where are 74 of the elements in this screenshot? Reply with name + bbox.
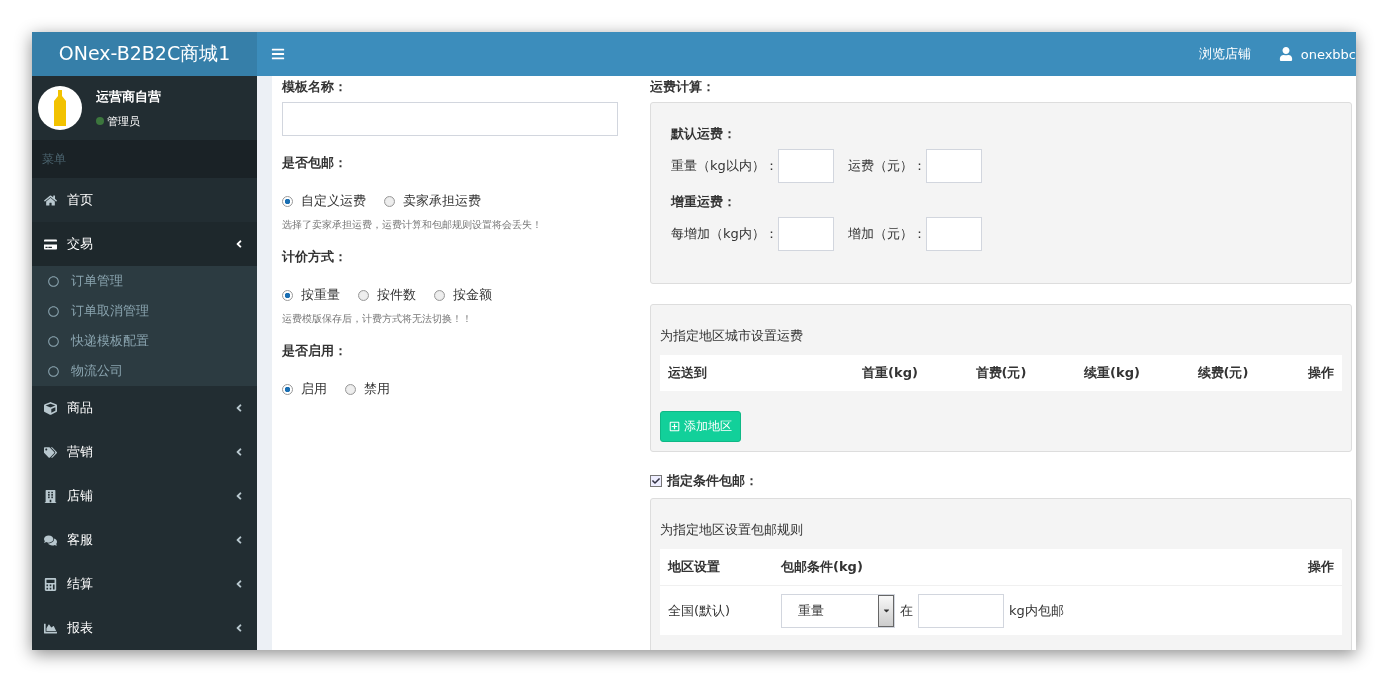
section-subtitle: 增重运费： [671, 193, 737, 211]
column-header: 首重(kg) [861, 364, 919, 382]
column-header: 包邮条件(kg) [781, 558, 864, 576]
column-header: 操作 [1307, 364, 1334, 382]
field-label: 每增加（kg内）： [671, 225, 778, 243]
radio-option[interactable]: 按重量 [282, 286, 340, 304]
sidebar-item[interactable]: 报表 [32, 606, 257, 650]
column-header: 续费(元) [1196, 364, 1250, 382]
radio-option[interactable]: 禁用 [345, 380, 390, 398]
submenu-item[interactable]: 订单管理 [32, 266, 257, 296]
panel-title: 为指定地区设置包邮规则 [660, 521, 804, 539]
number-input[interactable] [925, 149, 982, 183]
menu-icon [271, 47, 285, 61]
calculator-icon [44, 577, 57, 591]
field-label: 是否包邮： [282, 154, 348, 172]
user-icon [1278, 47, 1293, 61]
submenu-item[interactable]: 物流公司 [32, 356, 257, 386]
sidebar-item[interactable]: 交易 [32, 222, 257, 266]
field-label: 是否启用： [282, 342, 348, 360]
submenu-item[interactable]: 订单取消管理 [32, 296, 257, 326]
section-title: 运费计算： [650, 78, 716, 96]
column-header: 运送到 [668, 364, 708, 382]
cube-icon [44, 401, 57, 415]
section-subtitle: 默认运费： [671, 125, 737, 143]
logo-text[interactable]: ONex-B2B2C商城1 [32, 32, 257, 76]
number-input[interactable] [777, 217, 834, 251]
hint-text: 运费模版保存后，计费方式将无法切换！！ [282, 312, 473, 326]
field-label: 运费（元）： [847, 157, 926, 175]
condition-select[interactable]: 重量 [781, 593, 895, 628]
submenu-item[interactable]: 快递模板配置 [32, 326, 257, 356]
number-input[interactable] [925, 217, 982, 251]
panel-title: 为指定地区城市设置运费 [660, 327, 804, 345]
sidebar-item[interactable]: 商品 [32, 386, 257, 430]
user-menu[interactable]: onexbbc [1264, 32, 1356, 76]
field-label: 增加（元）： [847, 225, 926, 243]
plus-icon [669, 421, 680, 432]
table-cell-text: 全国(默认) [668, 601, 732, 620]
sidebar-item[interactable]: 营销 [32, 430, 257, 474]
sidebar-item[interactable]: 客服 [32, 518, 257, 562]
column-header: 续重(kg) [1083, 364, 1141, 382]
condition-text: 在 [900, 601, 913, 620]
column-header: 地区设置 [668, 558, 721, 576]
number-input[interactable] [777, 149, 834, 183]
radio-option[interactable]: 卖家承担运费 [384, 192, 481, 210]
condition-text: kg内包邮 [1009, 601, 1064, 620]
radio-option[interactable]: 按件数 [358, 286, 416, 304]
user-name: 运营商自营 [96, 87, 161, 106]
field-label: 计价方式： [282, 248, 348, 266]
sidebar-item[interactable]: 首页 [32, 178, 257, 222]
template-name-input[interactable] [282, 102, 618, 136]
radio-option[interactable]: 按金额 [434, 286, 492, 304]
credit-card-icon [44, 237, 57, 251]
checkbox-label: 指定条件包邮： [667, 472, 758, 490]
area-chart-icon [44, 621, 57, 635]
user-role: 管理员 [107, 113, 140, 129]
field-label: 重量（kg以内）： [671, 157, 778, 175]
radio-option[interactable]: 启用 [282, 380, 327, 398]
sidebar-item[interactable]: 结算 [32, 562, 257, 606]
weight-input[interactable] [918, 593, 1004, 628]
field-label: 模板名称： [282, 78, 348, 96]
checkbox[interactable] [650, 475, 662, 487]
radio-option[interactable]: 自定义运费 [282, 192, 366, 210]
column-header: 首费(元) [974, 364, 1028, 382]
tags-icon [44, 445, 57, 459]
browse-shop-link[interactable]: 浏览店铺 [1184, 32, 1265, 76]
caret-icon [881, 606, 891, 615]
sidebar-item[interactable]: 店铺 [32, 474, 257, 518]
menu-header: 菜单 [32, 140, 257, 178]
building-icon [44, 489, 57, 503]
chat-icon [44, 533, 57, 547]
home-icon [44, 193, 57, 207]
bottle-icon [53, 90, 67, 126]
column-header: 操作 [1307, 558, 1334, 576]
hint-text: 选择了卖家承担运费，运费计算和包邮规则设置将会丢失！ [282, 218, 543, 232]
